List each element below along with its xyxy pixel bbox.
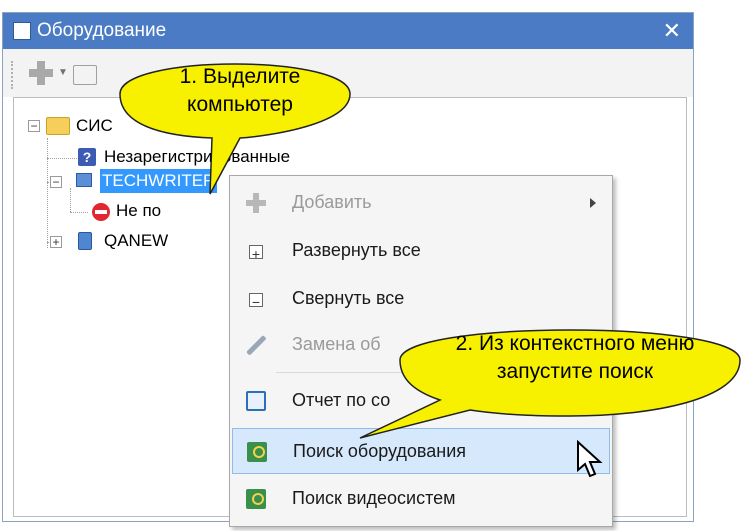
submenu-arrow-icon (590, 198, 596, 208)
menu-item-label: Развернуть все (292, 240, 421, 260)
wrench-icon (242, 331, 270, 359)
folder-icon (46, 117, 70, 135)
toolbar-grip (11, 61, 16, 89)
tree-expander-computer[interactable]: − (50, 176, 62, 188)
search-video-icon (246, 489, 266, 509)
add-device-button[interactable] (29, 61, 53, 85)
tree-node-qanew[interactable]: QANEW (104, 229, 168, 253)
tree-expander-root[interactable]: − (28, 120, 40, 132)
hardware-window-icon (13, 22, 31, 40)
disabled-status-icon (92, 203, 110, 221)
collapse-all-icon: − (249, 293, 263, 310)
menu-item-search-video[interactable]: Поиск видеосистем (232, 476, 610, 522)
close-icon[interactable]: ✕ (663, 18, 681, 44)
expand-all-icon: + (249, 245, 263, 262)
tree-expander-qanew[interactable]: + (50, 236, 62, 248)
search-hardware-icon (247, 442, 267, 462)
callout-step-1: 1. Выделите компьютер (179, 65, 301, 116)
callout-step-2: 2. Из контекстного меню запустите поиск (455, 332, 695, 383)
toolbar-button-2[interactable] (73, 65, 97, 85)
computer-icon (76, 173, 92, 187)
menu-item-label: Поиск видеосистем (292, 488, 456, 508)
report-icon (246, 391, 266, 411)
unknown-device-icon: ? (78, 148, 96, 166)
menu-item-expand-all[interactable]: + Развернуть все (232, 228, 610, 274)
add-dropdown-arrow-icon[interactable]: ▼ (58, 67, 68, 78)
server-icon (78, 232, 92, 250)
window-title: Оборудование (37, 20, 167, 41)
